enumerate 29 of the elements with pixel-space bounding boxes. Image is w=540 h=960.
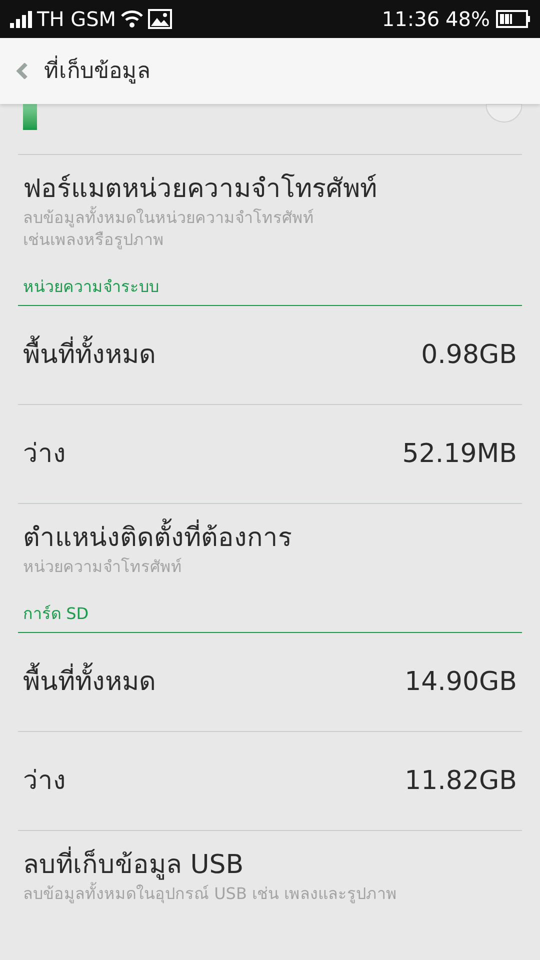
item-subtitle: ลบข้อมูลทั้งหมดในอุปกรณ์ USB เช่น เพลงและรูปภาพ <box>23 883 398 905</box>
back-icon[interactable] <box>16 63 28 79</box>
item-label: พื้นที่ทั้งหมด <box>23 336 156 374</box>
item-value: 0.98GB <box>421 338 517 372</box>
item-label: พื้นที่ทั้งหมด <box>23 662 156 702</box>
wifi-icon <box>121 10 144 28</box>
settings-item[interactable]: ลบที่เก็บข้อมูล USB ลบข้อมูลทั้งหมดในอุปกรณ์ USB เช่น เพลงและรูปภาพ <box>18 831 522 919</box>
item-title: ลบที่เก็บข้อมูล USB <box>23 847 517 883</box>
item-value: 52.19MB <box>402 438 517 470</box>
item-title: ตำแหน่งติดตั้งที่ต้องการ <box>23 520 517 556</box>
settings-item[interactable]: ฟอร์แมตหน่วยความจำโทรศัพท์ ลบข้อมูลทั้งหมดในหน่วยความจำโทรศัพท์ เช่นเพลงหรือรูปภาพ <box>18 155 522 265</box>
usage-bar <box>23 104 37 130</box>
item-subtitle: ลบข้อมูลทั้งหมดในหน่วยความจำโทรศัพท์ เช่นเพลงหรือรูปภาพ <box>23 207 315 251</box>
item-label: ว่าง <box>23 438 66 470</box>
battery-percent: 48% <box>446 6 490 33</box>
item-title: ฟอร์แมตหน่วยความจำโทรศัพท์ <box>23 172 378 206</box>
image-icon <box>148 9 172 29</box>
clock: 11:36 <box>382 6 440 33</box>
settings-item[interactable]: ตำแหน่งติดตั้งที่ต้องการ หน่วยความจำโทรศัพท์ <box>18 504 522 592</box>
section-header: หน่วยความจำระบบ <box>23 277 159 296</box>
carrier-name: TH GSM <box>37 6 116 33</box>
item-value: 14.90GB <box>404 666 517 698</box>
item-label: ว่าง <box>23 764 66 798</box>
page-title: ที่เก็บข้อมูล <box>44 54 150 88</box>
item-subtitle: หน่วยความจำโทรศัพท์ <box>23 556 183 578</box>
battery-icon <box>496 10 530 28</box>
section-header: การ์ด SD <box>23 604 89 623</box>
item-value: 11.82GB <box>404 764 517 798</box>
signal-icon <box>10 10 32 28</box>
